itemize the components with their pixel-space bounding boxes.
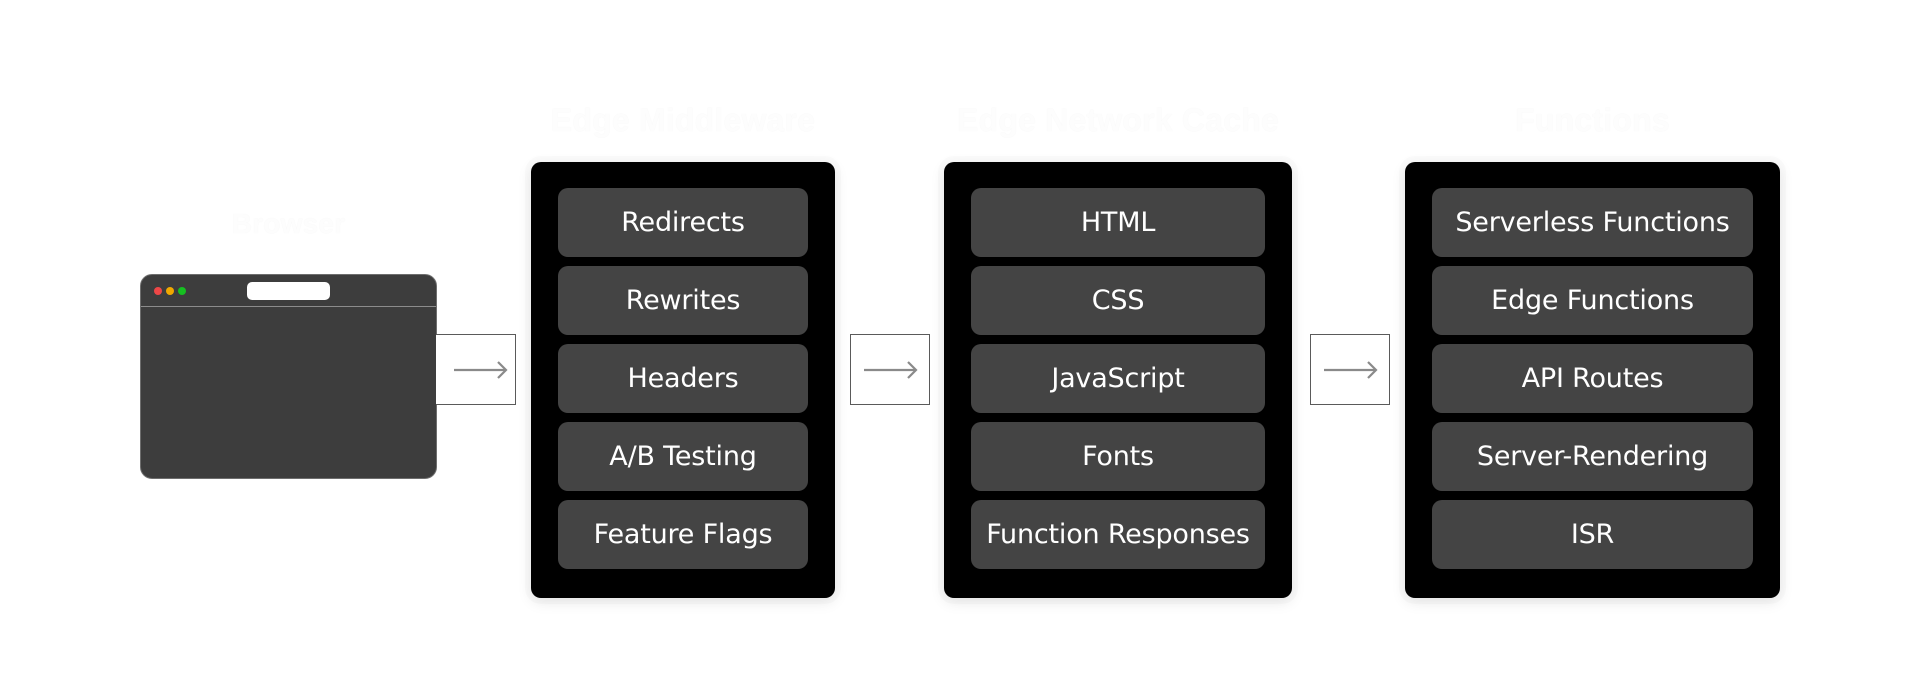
functions-item-serverless: Serverless Functions <box>1432 188 1753 257</box>
middleware-item-rewrites: Rewrites <box>558 266 808 335</box>
functions-item-api-routes: API Routes <box>1432 344 1753 413</box>
functions-heading: Functions <box>1515 102 1670 138</box>
arrow-right-icon <box>454 361 508 379</box>
cache-item-html: HTML <box>971 188 1265 257</box>
edge-middleware-panel: Redirects Rewrites Headers A/B Testing F… <box>531 162 835 598</box>
cache-item-fonts: Fonts <box>971 422 1265 491</box>
connector-browser-to-middleware <box>436 334 516 405</box>
functions-item-server-rendering: Server-Rendering <box>1432 422 1753 491</box>
edge-network-cache-panel: HTML CSS JavaScript Fonts Function Respo… <box>944 162 1292 598</box>
maximize-dot-icon <box>178 287 186 295</box>
middleware-item-feature-flags: Feature Flags <box>558 500 808 569</box>
arrow-right-icon <box>864 361 918 379</box>
arrow-right-icon <box>1324 361 1378 379</box>
middleware-item-redirects: Redirects <box>558 188 808 257</box>
cache-item-function-responses: Function Responses <box>971 500 1265 569</box>
browser-url-bar <box>247 282 330 300</box>
minimize-dot-icon <box>166 287 174 295</box>
cache-item-css: CSS <box>971 266 1265 335</box>
cache-item-javascript: JavaScript <box>971 344 1265 413</box>
browser-window <box>140 274 437 479</box>
functions-item-edge: Edge Functions <box>1432 266 1753 335</box>
close-dot-icon <box>154 287 162 295</box>
connector-middleware-to-cache <box>850 334 930 405</box>
edge-middleware-heading: Edge Middleware <box>550 102 816 138</box>
browser-titlebar <box>141 275 436 307</box>
browser-heading: Browser <box>231 208 346 239</box>
middleware-item-ab-testing: A/B Testing <box>558 422 808 491</box>
connector-cache-to-functions <box>1310 334 1390 405</box>
edge-network-cache-heading: Edge Network Cache <box>957 102 1279 138</box>
middleware-item-headers: Headers <box>558 344 808 413</box>
functions-item-isr: ISR <box>1432 500 1753 569</box>
functions-panel: Serverless Functions Edge Functions API … <box>1405 162 1780 598</box>
